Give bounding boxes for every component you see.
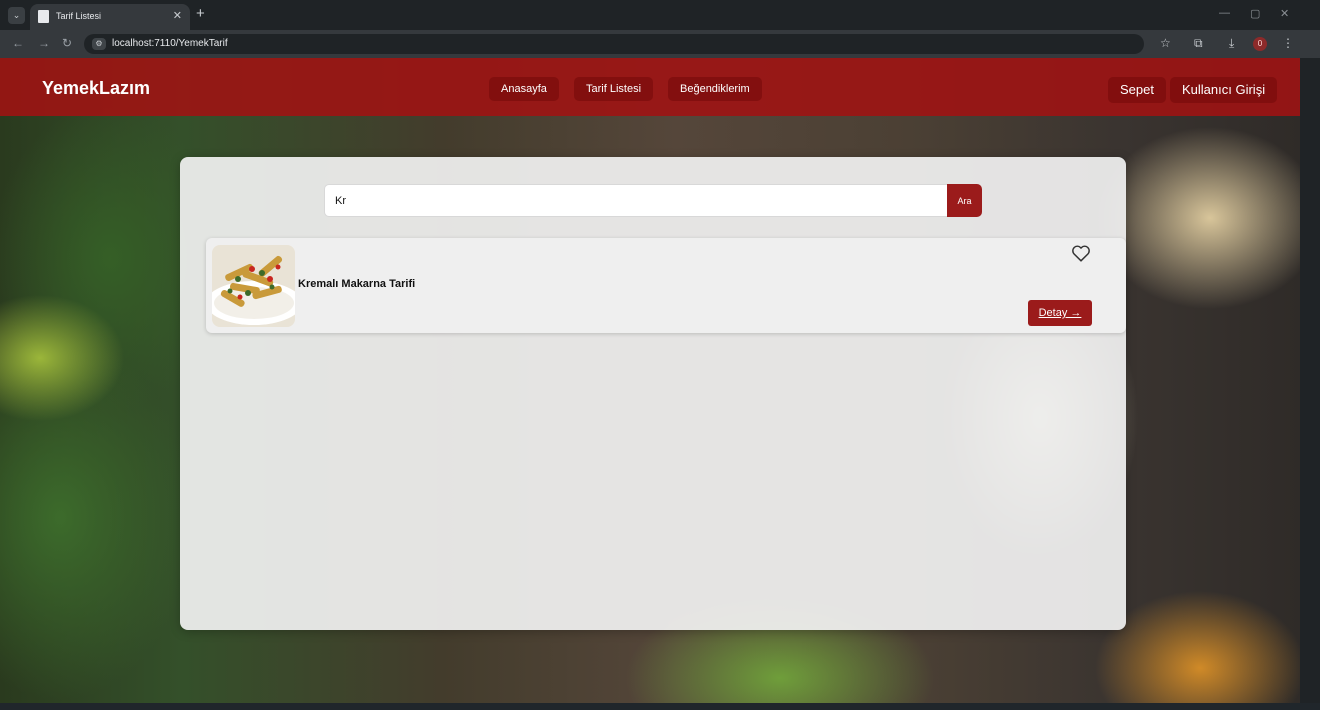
forward-arrow-icon[interactable]: →	[38, 36, 50, 50]
browser-tab-bar: ⌄ Tarif Listesi ✕ + — ▢ ✕	[0, 0, 1320, 30]
browser-menu-icon[interactable]: ⋮	[1282, 36, 1294, 50]
nav-link-tarif-listesi[interactable]: Tarif Listesi	[574, 77, 654, 101]
cart-button[interactable]: Sepet	[1108, 77, 1166, 103]
browser-tab[interactable]: Tarif Listesi ✕	[30, 4, 190, 30]
login-button[interactable]: Kullanıcı Girişi	[1170, 77, 1278, 103]
nav-link-anasayfa[interactable]: Anasayfa	[489, 77, 559, 101]
page-viewport: YemekLazım Anasayfa Tarif Listesi Beğend…	[0, 58, 1300, 703]
tab-title: Tarif Listesi	[56, 11, 102, 21]
url-text[interactable]: localhost:7110/YemekTarif	[112, 38, 228, 49]
window-close-icon[interactable]: ✕	[1280, 7, 1289, 20]
site-navbar: YemekLazım Anasayfa Tarif Listesi Beğend…	[0, 58, 1300, 116]
brand-logo[interactable]: YemekLazım	[42, 78, 150, 99]
back-arrow-icon[interactable]: ←	[12, 36, 24, 50]
search-input[interactable]	[324, 184, 948, 217]
extensions-icon[interactable]: ⧉	[1194, 36, 1203, 51]
pasta-dish-image	[212, 245, 295, 327]
recipe-title[interactable]: Kremalı Makarna Tarifi	[298, 278, 415, 290]
download-icon[interactable]: ⤓	[1229, 36, 1234, 51]
os-taskbar	[0, 703, 1320, 710]
browser-toolbar: ← → ↻ ⚙ localhost:7110/YemekTarif ☆ ⧉ ⤓ …	[0, 30, 1320, 58]
reload-icon[interactable]: ↻	[62, 36, 72, 50]
tab-close-icon[interactable]: ✕	[173, 9, 182, 22]
new-tab-icon[interactable]: +	[196, 5, 205, 22]
recipe-list-panel: Ara	[180, 157, 1126, 630]
site-settings-icon[interactable]: ⚙	[92, 38, 106, 50]
address-bar[interactable]: ⚙ localhost:7110/YemekTarif	[84, 34, 1144, 54]
recipe-card: Kremalı Makarna Tarifi Detay →	[206, 238, 1126, 333]
tab-search-chevron-icon[interactable]: ⌄	[8, 7, 25, 24]
heart-outline-icon[interactable]	[1070, 242, 1092, 264]
window-maximize-icon[interactable]: ▢	[1250, 7, 1260, 20]
bookmark-star-icon[interactable]: ☆	[1160, 36, 1171, 50]
page-favicon-icon	[38, 10, 49, 23]
extension-badge[interactable]: 0	[1253, 37, 1267, 51]
detail-button[interactable]: Detay →	[1028, 300, 1092, 326]
window-minimize-icon[interactable]: —	[1219, 7, 1230, 19]
search-button[interactable]: Ara	[947, 184, 982, 217]
nav-link-begendiklerim[interactable]: Beğendiklerim	[668, 77, 762, 101]
